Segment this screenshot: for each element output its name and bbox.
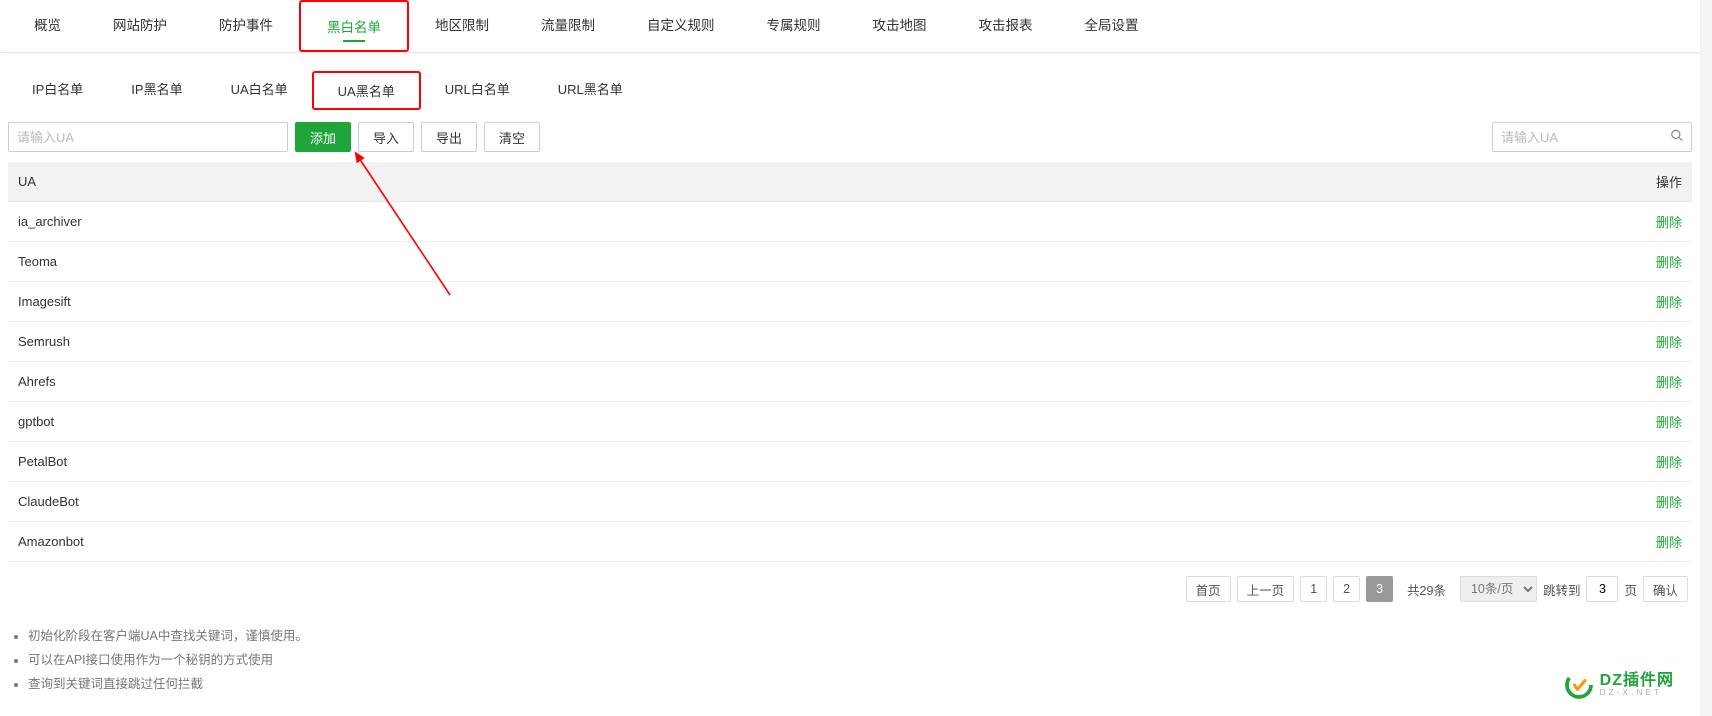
ua-cell: PetalBot: [8, 442, 1632, 482]
add-button[interactable]: 添加: [295, 122, 351, 152]
subnav-item-4[interactable]: URL白名单: [421, 71, 534, 110]
table-row: Teoma 删除: [8, 242, 1692, 282]
table-row: PetalBot 删除: [8, 442, 1692, 482]
tip-item: 初始化阶段在客户端UA中查找关键词，谨慎使用。: [28, 624, 1684, 648]
page-number-2[interactable]: 2: [1333, 576, 1360, 602]
topnav-item-2[interactable]: 防护事件: [193, 0, 299, 52]
op-cell: 删除: [1632, 322, 1692, 362]
watermark-sub: D Z - X . N E T: [1600, 689, 1674, 698]
jump-label: 跳转到: [1543, 580, 1581, 599]
pagination: 首页 上一页 123 共29条 10条/页 跳转到 页 确认: [0, 562, 1700, 616]
jump-input[interactable]: [1586, 576, 1618, 602]
tips-list: 初始化阶段在客户端UA中查找关键词，谨慎使用。可以在API接口使用作为一个秘钥的…: [0, 616, 1700, 716]
table-row: gptbot 删除: [8, 402, 1692, 442]
op-cell: 删除: [1632, 402, 1692, 442]
delete-link[interactable]: 删除: [1656, 295, 1682, 310]
page-prev[interactable]: 上一页: [1237, 576, 1295, 602]
topnav-item-1[interactable]: 网站防护: [87, 0, 193, 52]
col-ua: UA: [8, 162, 1632, 202]
op-cell: 删除: [1632, 282, 1692, 322]
page-total: 共29条: [1399, 580, 1454, 599]
op-cell: 删除: [1632, 362, 1692, 402]
topnav-item-10[interactable]: 全局设置: [1059, 0, 1165, 52]
toolbar: 添加 导入 导出 清空: [0, 116, 1700, 162]
table-header-row: UA 操作: [8, 162, 1692, 202]
topnav-item-6[interactable]: 自定义规则: [621, 0, 741, 52]
subnav-item-1[interactable]: IP黑名单: [107, 71, 206, 110]
page-number-1[interactable]: 1: [1300, 576, 1327, 602]
ua-cell: gptbot: [8, 402, 1632, 442]
per-page-select[interactable]: 10条/页: [1460, 576, 1537, 602]
watermark-logo-icon: [1564, 670, 1594, 700]
table-row: ClaudeBot 删除: [8, 482, 1692, 522]
subnav-item-3[interactable]: UA黑名单: [312, 71, 421, 110]
watermark-text: DZ插件网 D Z - X . N E T: [1600, 672, 1674, 698]
import-button[interactable]: 导入: [358, 122, 414, 152]
ua-cell: Imagesift: [8, 282, 1632, 322]
subnav-item-5[interactable]: URL黑名单: [534, 71, 647, 110]
topnav-item-4[interactable]: 地区限制: [409, 0, 515, 52]
subnav-item-2[interactable]: UA白名单: [207, 71, 312, 110]
op-cell: 删除: [1632, 482, 1692, 522]
ua-cell: Amazonbot: [8, 522, 1632, 562]
topnav-item-7[interactable]: 专属规则: [741, 0, 847, 52]
topnav-item-5[interactable]: 流量限制: [515, 0, 621, 52]
page-confirm[interactable]: 确认: [1643, 576, 1688, 602]
page-first[interactable]: 首页: [1186, 576, 1231, 602]
search-input[interactable]: [1492, 122, 1692, 152]
ua-cell: ClaudeBot: [8, 482, 1632, 522]
delete-link[interactable]: 删除: [1656, 255, 1682, 270]
col-op: 操作: [1632, 162, 1692, 202]
table-row: Ahrefs 删除: [8, 362, 1692, 402]
ua-cell: ia_archiver: [8, 202, 1632, 242]
page-suffix: 页: [1624, 580, 1637, 599]
watermark: DZ插件网 D Z - X . N E T: [1564, 670, 1674, 700]
ua-cell: Ahrefs: [8, 362, 1632, 402]
page-container: 概览网站防护防护事件黑白名单地区限制流量限制自定义规则专属规则攻击地图攻击报表全…: [0, 0, 1700, 716]
delete-link[interactable]: 删除: [1656, 335, 1682, 350]
ua-cell: Teoma: [8, 242, 1632, 282]
op-cell: 删除: [1632, 442, 1692, 482]
op-cell: 删除: [1632, 522, 1692, 562]
top-nav: 概览网站防护防护事件黑白名单地区限制流量限制自定义规则专属规则攻击地图攻击报表全…: [0, 0, 1700, 53]
export-button[interactable]: 导出: [421, 122, 477, 152]
tip-item: 查询到关键词直接跳过任何拦截: [28, 672, 1684, 696]
ua-cell: Semrush: [8, 322, 1632, 362]
ua-table: UA 操作 ia_archiver删除Teoma删除Imagesift删除Sem…: [8, 162, 1692, 562]
subnav-item-0[interactable]: IP白名单: [8, 71, 107, 110]
delete-link[interactable]: 删除: [1656, 455, 1682, 470]
clear-button[interactable]: 清空: [484, 122, 540, 152]
search-wrap: [1492, 122, 1692, 152]
topnav-item-3[interactable]: 黑白名单: [299, 0, 409, 52]
delete-link[interactable]: 删除: [1656, 375, 1682, 390]
table-row: Imagesift 删除: [8, 282, 1692, 322]
tip-item: 可以在API接口使用作为一个秘钥的方式使用: [28, 648, 1684, 672]
sub-nav: IP白名单IP黑名单UA白名单UA黑名单URL白名单URL黑名单: [0, 53, 1700, 116]
delete-link[interactable]: 删除: [1656, 215, 1682, 230]
page-number-3[interactable]: 3: [1366, 576, 1393, 602]
op-cell: 删除: [1632, 202, 1692, 242]
topnav-item-8[interactable]: 攻击地图: [847, 0, 953, 52]
op-cell: 删除: [1632, 242, 1692, 282]
delete-link[interactable]: 删除: [1656, 495, 1682, 510]
ua-input[interactable]: [8, 122, 288, 152]
topnav-item-9[interactable]: 攻击报表: [953, 0, 1059, 52]
topnav-item-0[interactable]: 概览: [8, 0, 87, 52]
table-row: Amazonbot 删除: [8, 522, 1692, 562]
watermark-title: DZ插件网: [1600, 672, 1674, 690]
table-row: Semrush 删除: [8, 322, 1692, 362]
table-row: ia_archiver 删除: [8, 202, 1692, 242]
delete-link[interactable]: 删除: [1656, 535, 1682, 550]
delete-link[interactable]: 删除: [1656, 415, 1682, 430]
